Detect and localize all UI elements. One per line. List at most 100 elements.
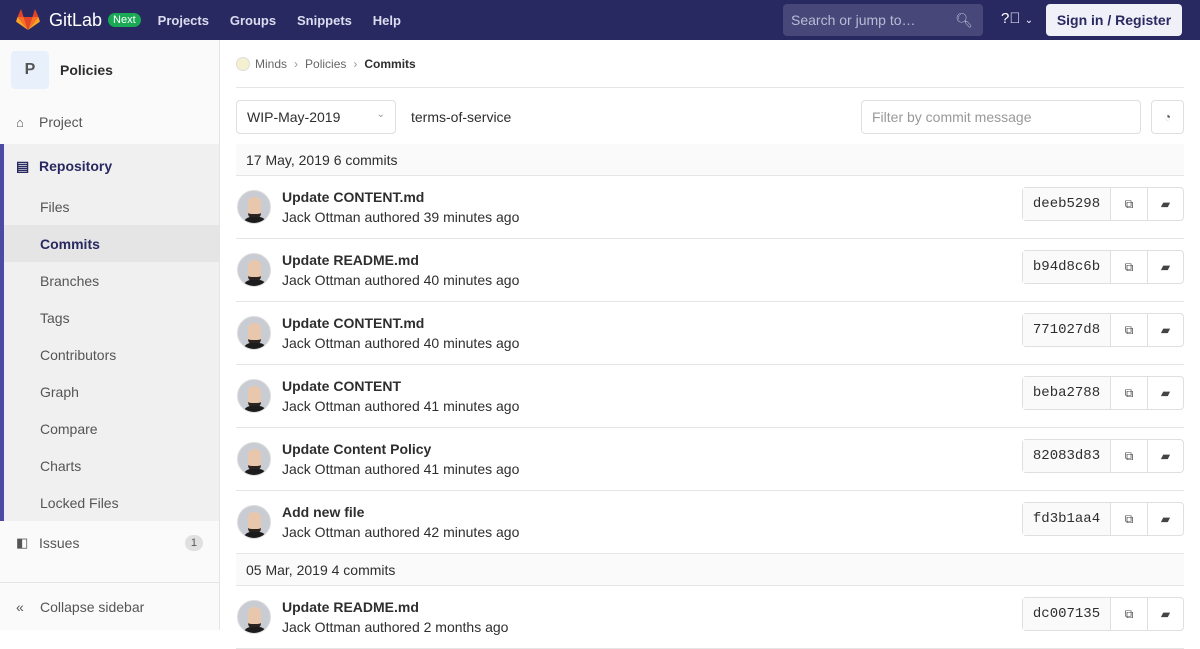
commit-author: Jack Ottman authored 41 minutes ago: [282, 398, 520, 414]
copy-sha-button[interactable]: ⧉: [1111, 314, 1147, 346]
commit-sha[interactable]: 82083d83: [1023, 440, 1111, 472]
author-avatar[interactable]: [237, 505, 271, 539]
copy-icon: ⧉: [1124, 448, 1134, 463]
search-input[interactable]: Search or jump to… 🔍︎: [783, 4, 983, 36]
gitlab-logo[interactable]: GitLab Next: [16, 9, 141, 31]
collapse-label: Collapse sidebar: [40, 598, 145, 615]
commit-title[interactable]: Update CONTENT.md: [282, 189, 519, 205]
issues-icon: ◧: [16, 535, 29, 550]
folder-icon: ▰: [1160, 449, 1171, 463]
browse-files-button[interactable]: ▰: [1147, 251, 1183, 283]
breadcrumb-commits[interactable]: Commits: [364, 57, 415, 71]
commit-sha[interactable]: fd3b1aa4: [1023, 503, 1111, 535]
nav-groups[interactable]: Groups: [230, 13, 276, 28]
folder-icon: ▰: [1160, 386, 1171, 400]
nav-help[interactable]: Help: [373, 13, 401, 28]
issues-count: 1: [184, 535, 203, 551]
search-icon: 🔍︎: [955, 12, 973, 28]
breadcrumb-minds[interactable]: Minds: [255, 57, 287, 71]
commit-row: Update CONTENT.md Jack Ottman authored 40…: [236, 302, 1184, 365]
commit-title[interactable]: Update CONTENT.md: [282, 315, 519, 331]
folder-icon: ▰: [1160, 260, 1171, 274]
commit-author: Jack Ottman authored 2 months ago: [282, 619, 509, 635]
author-avatar[interactable]: [237, 600, 271, 634]
commit-sha[interactable]: 771027d8: [1023, 314, 1111, 346]
copy-sha-button[interactable]: ⧉: [1111, 188, 1147, 220]
home-icon: ⌂: [16, 114, 24, 130]
sidebar-item-commits[interactable]: Commits: [4, 225, 219, 262]
copy-icon: ⧉: [1124, 259, 1134, 274]
author-avatar[interactable]: [237, 253, 271, 287]
browse-files-button[interactable]: ▰: [1147, 377, 1183, 409]
commit-sha[interactable]: beba2788: [1023, 377, 1111, 409]
commit-title[interactable]: Update Content Policy: [282, 441, 519, 457]
sidebar-item-project[interactable]: ⌂ Project: [0, 100, 219, 144]
folder-icon: ▰: [1160, 607, 1171, 621]
nav-snippets[interactable]: Snippets: [297, 13, 352, 28]
author-avatar[interactable]: [237, 190, 271, 224]
commit-author: Jack Ottman authored 40 minutes ago: [282, 335, 520, 351]
sidebar-item-tags[interactable]: Tags: [4, 299, 219, 336]
question-icon: ?⃝: [1001, 10, 1021, 27]
copy-sha-button[interactable]: ⧉: [1111, 377, 1147, 409]
sidebar-item-repository[interactable]: ▤ Repository: [4, 144, 219, 188]
browse-files-button[interactable]: ▰: [1147, 503, 1183, 535]
group-avatar-icon: [236, 56, 250, 71]
brand-name: GitLab: [49, 9, 103, 30]
commit-filter-input[interactable]: Filter by commit message: [861, 100, 1141, 134]
sidebar-item-graph[interactable]: Graph: [4, 373, 219, 410]
copy-sha-button[interactable]: ⧉: [1111, 598, 1147, 630]
author-avatar[interactable]: [237, 316, 271, 350]
copy-icon: ⧉: [1124, 385, 1134, 400]
folder-icon: ▰: [1160, 197, 1171, 211]
folder-icon: ▰: [1160, 323, 1171, 337]
author-avatar[interactable]: [237, 379, 271, 413]
browse-files-button[interactable]: ▰: [1147, 440, 1183, 472]
sidebar-item-issues[interactable]: ◧ Issues 1: [0, 521, 219, 565]
commit-day-header: 17 May, 2019 6 commits: [236, 144, 1184, 176]
copy-sha-button[interactable]: ⧉: [1111, 503, 1147, 535]
rss-icon: ◔: [1163, 110, 1172, 124]
commit-author: Jack Ottman authored 39 minutes ago: [282, 209, 520, 225]
branch-dropdown[interactable]: WIP-May-2019 ⌄: [236, 100, 396, 134]
rss-button[interactable]: ◔: [1151, 100, 1184, 134]
document-icon: ▤: [16, 157, 30, 174]
commit-author: Jack Ottman authored 40 minutes ago: [282, 272, 520, 288]
sidebar-item-branches[interactable]: Branches: [4, 262, 219, 299]
chevron-down-icon: ⌄: [376, 109, 385, 120]
sidebar-item-charts[interactable]: Charts: [4, 447, 219, 484]
file-path[interactable]: terms-of-service: [411, 109, 511, 125]
breadcrumb-policies[interactable]: Policies: [305, 57, 346, 71]
commit-author: Jack Ottman authored 41 minutes ago: [282, 461, 520, 477]
browse-files-button[interactable]: ▰: [1147, 598, 1183, 630]
commit-title[interactable]: Add new file: [282, 504, 519, 520]
copy-icon: ⧉: [1124, 322, 1134, 337]
nav-projects[interactable]: Projects: [158, 13, 209, 28]
commit-sha[interactable]: b94d8c6b: [1023, 251, 1111, 283]
day-date: 17 May, 2019: [246, 151, 330, 168]
commit-sha[interactable]: deeb5298: [1023, 188, 1111, 220]
commit-title[interactable]: Update CONTENT: [282, 378, 519, 394]
help-dropdown[interactable]: ?⃝ ⌄: [1001, 10, 1033, 27]
collapse-sidebar-button[interactable]: « Collapse sidebar: [0, 582, 219, 630]
commit-row: Update Content Policy Jack Ottman authore…: [236, 428, 1184, 491]
browse-files-button[interactable]: ▰: [1147, 314, 1183, 346]
next-badge: Next: [108, 13, 141, 27]
commit-title[interactable]: Update README.md: [282, 252, 519, 268]
copy-sha-button[interactable]: ⧉: [1111, 440, 1147, 472]
sidebar-item-files[interactable]: Files: [4, 188, 219, 225]
sidebar-project-header[interactable]: P Policies: [0, 40, 219, 100]
browse-files-button[interactable]: ▰: [1147, 188, 1183, 220]
sidebar-item-contributors[interactable]: Contributors: [4, 336, 219, 373]
project-avatar: P: [11, 51, 49, 89]
sidebar-item-locked-files[interactable]: Locked Files: [4, 484, 219, 521]
sign-in-button[interactable]: Sign in / Register: [1046, 4, 1182, 36]
sidebar-item-compare[interactable]: Compare: [4, 410, 219, 447]
commit-title[interactable]: Update README.md: [282, 599, 508, 615]
copy-icon: ⧉: [1124, 196, 1134, 211]
author-avatar[interactable]: [237, 442, 271, 476]
commit-sha[interactable]: dc007135: [1023, 598, 1111, 630]
folder-icon: ▰: [1160, 512, 1171, 526]
copy-sha-button[interactable]: ⧉: [1111, 251, 1147, 283]
day-count: 6 commits: [333, 151, 398, 168]
